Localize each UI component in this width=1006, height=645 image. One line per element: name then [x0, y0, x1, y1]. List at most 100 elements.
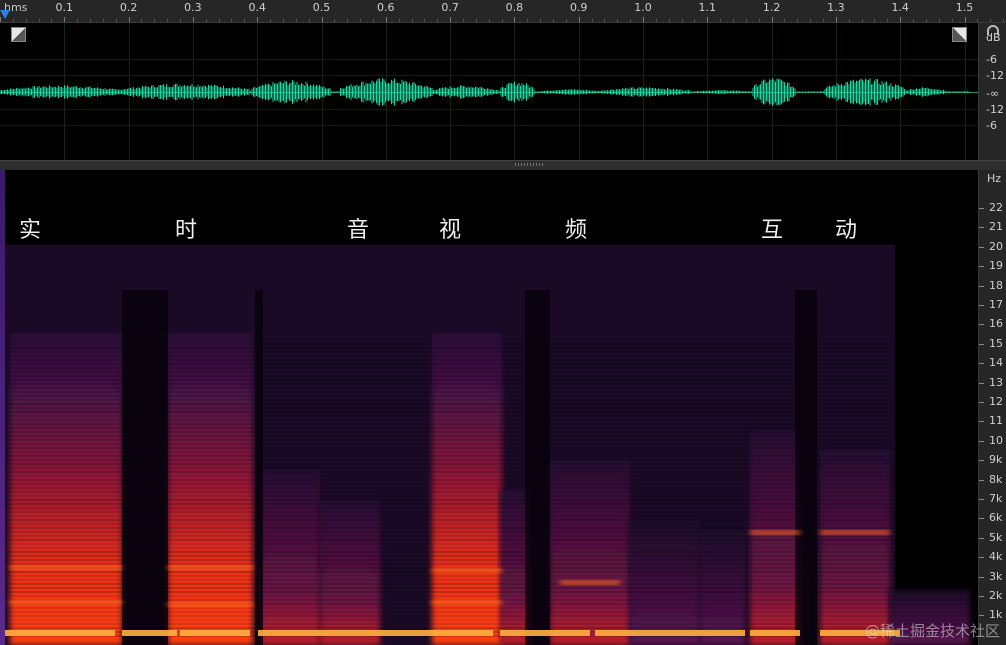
ruler-tick-mark [771, 17, 773, 22]
ruler-tick-mark [668, 19, 670, 22]
frequency-scale-tick [979, 460, 984, 462]
db-scale-label: -12 [986, 69, 1004, 82]
frequency-scale-tick [979, 363, 984, 365]
frequency-scale-label: 5k [989, 530, 1003, 544]
ruler-tick-label: 0.6 [377, 1, 395, 14]
ruler-tick-mark [102, 19, 104, 22]
spectrogram-formant [820, 530, 890, 535]
db-scale-label: -6 [986, 53, 997, 66]
frequency-scale-label: 16 [989, 317, 1003, 331]
frequency-scale-label: 11 [989, 414, 1003, 428]
spectrogram-formant [10, 565, 122, 570]
playhead-marker-icon[interactable] [0, 10, 10, 19]
annotation-shi-time: 时 [175, 218, 198, 243]
frequency-scale-tick [979, 382, 984, 384]
frequency-scale-label: 22 [989, 201, 1003, 214]
ruler-tick-label: 1.2 [762, 1, 781, 14]
spectrogram-panel[interactable]: 实 时 音 视 频 互 动 [0, 170, 978, 645]
ruler-tick-mark [874, 19, 876, 22]
ruler-tick-mark [964, 17, 966, 22]
frequency-scale-tick [979, 324, 984, 326]
frequency-scale-label: 17 [989, 298, 1003, 311]
frequency-scale-tick [979, 518, 984, 520]
spectrogram-formant [750, 530, 800, 535]
annotation-shi-video: 视 [439, 218, 462, 243]
ruler-tick-mark [475, 19, 477, 22]
waveform-panel[interactable] [0, 23, 978, 160]
ruler-tick-mark [655, 19, 657, 22]
ruler-tick-mark [540, 19, 542, 22]
time-ruler[interactable]: hms 0.1 0.2 0.3 0.4 0.5 0.6 0.7 0.8 0.9 1.0 1.1 1.2… [0, 0, 1006, 23]
ruler-tick-mark [758, 19, 760, 22]
spectrogram-fundamental [750, 630, 800, 636]
splitter-grip-icon[interactable] [515, 163, 543, 166]
ruler-tick-mark [424, 19, 426, 22]
ruler-tick-mark [398, 19, 400, 22]
ruler-tick-mark [810, 19, 812, 22]
ruler-tick-mark [848, 19, 850, 22]
ruler-tick-label: 0.2 [119, 1, 138, 14]
ruler-tick-mark [604, 19, 606, 22]
ruler-tick-label: 0.4 [248, 1, 266, 14]
annotation-dong: 动 [835, 218, 858, 243]
frequency-scale-label: 15 [989, 336, 1003, 350]
ruler-tick-mark [308, 19, 310, 22]
audio-editor-view: hms 0.1 0.2 0.3 0.4 0.5 0.6 0.7 0.8 0.9 1.0 1.1 1.2… [0, 0, 1006, 645]
ruler-tick-mark [797, 19, 799, 22]
frequency-scale-label: 21 [989, 220, 1003, 234]
frequency-scale-tick [979, 246, 984, 248]
frequency-scale-label: 12 [989, 395, 1003, 408]
annotation-hu: 互 [761, 218, 784, 243]
frequency-scale-tick [979, 227, 984, 229]
zoom-corner-right-icon[interactable] [952, 27, 967, 42]
annotation-pin: 频 [565, 218, 588, 243]
ruler-tick-label: 1.1 [698, 1, 717, 14]
ruler-tick-mark [681, 19, 683, 22]
ruler-tick-mark [154, 19, 156, 22]
annotation-yin: 音 [347, 218, 370, 243]
ruler-tick-mark [411, 19, 413, 22]
watermark: @稀土掘金技术社区 [864, 622, 1000, 640]
db-scale-label: -12 [986, 103, 1004, 116]
frequency-scale-label: 14 [989, 356, 1003, 370]
ruler-tick-label: 1.3 [827, 1, 845, 14]
ruler-tick-label: 0.8 [505, 1, 524, 14]
ruler-tick-mark [591, 19, 593, 22]
ruler-tick-mark [527, 19, 529, 22]
spectrogram-fundamental [122, 630, 177, 636]
ruler-tick-label: 1.4 [891, 1, 909, 14]
spectrogram-formant [10, 600, 122, 605]
frequency-scale-tick [979, 266, 984, 268]
spectrogram-formant [560, 580, 620, 585]
ruler-tick-mark [745, 19, 747, 22]
spectrogram-formant [432, 568, 502, 573]
ruler-tick-label: 0.7 [441, 1, 459, 14]
frequency-scale-label: 8k [989, 472, 1003, 486]
ruler-tick-mark [630, 19, 632, 22]
ruler-tick-mark [938, 19, 940, 22]
frequency-scale-tick [979, 596, 984, 597]
spectrogram-fundamental [180, 630, 250, 636]
ruler-tick-mark [334, 19, 336, 22]
spectrogram-formant [168, 602, 253, 607]
frequency-scale-tick [979, 576, 984, 578]
frequency-scale-tick [979, 305, 984, 306]
ruler-tick-mark [205, 19, 207, 22]
ruler-tick-mark [167, 19, 169, 22]
frequency-scale-label: 3k [989, 569, 1003, 583]
ruler-tick-label: 0.9 [569, 1, 588, 14]
ruler-tick-mark [38, 19, 40, 22]
ruler-tick-mark [90, 19, 92, 22]
ruler-tick-mark [951, 19, 953, 22]
ruler-tick-mark [437, 19, 439, 22]
ruler-tick-mark [578, 17, 580, 22]
frequency-scale-tick [979, 208, 984, 209]
spectrogram-fundamental [500, 630, 590, 636]
ruler-tick-mark [913, 19, 915, 22]
zoom-corner-left-icon[interactable] [11, 27, 26, 42]
ruler-tick-mark [488, 19, 490, 22]
ruler-tick-mark [347, 19, 349, 22]
waveform-graph [0, 78, 970, 106]
ruler-tick-mark [1003, 19, 1005, 22]
frequency-scale-tick [979, 343, 984, 345]
